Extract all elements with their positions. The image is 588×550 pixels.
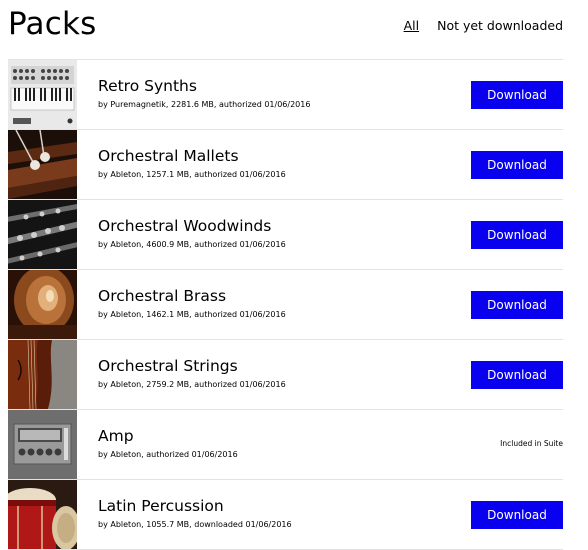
pack-meta: by Ableton, 4600.9 MB, authorized 01/06/…: [98, 240, 286, 249]
pack-name: Retro Synths: [98, 77, 197, 95]
pack-row: Amp by Ableton, authorized 01/06/2016 In…: [8, 409, 563, 479]
pack-row: Orchestral Woodwinds by Ableton, 4600.9 …: [8, 199, 563, 269]
page-title: Packs: [8, 6, 97, 42]
included-in-suite-label: Included in Suite: [500, 439, 563, 448]
pack-row: Orchestral Strings by Ableton, 2759.2 MB…: [8, 339, 563, 409]
download-button[interactable]: Download: [471, 81, 563, 109]
page-header: Packs All Not yet downloaded: [0, 0, 588, 58]
pack-name: Amp: [98, 427, 134, 445]
pack-name: Orchestral Brass: [98, 287, 227, 305]
pack-info: Orchestral Brass by Ableton, 1462.1 MB, …: [98, 286, 286, 321]
download-button[interactable]: Download: [471, 501, 563, 529]
pack-row: Retro Synths by Puremagnetik, 2281.6 MB,…: [8, 59, 563, 129]
pack-meta: by Ableton, 1257.1 MB, authorized 01/06/…: [98, 170, 286, 179]
pack-name: Orchestral Strings: [98, 357, 238, 375]
filter-bar: All Not yet downloaded: [404, 18, 563, 33]
pack-info: Orchestral Strings by Ableton, 2759.2 MB…: [98, 356, 286, 391]
pack-name: Latin Percussion: [98, 497, 224, 515]
pack-info: Retro Synths by Puremagnetik, 2281.6 MB,…: [98, 76, 310, 111]
filter-all-link[interactable]: All: [404, 18, 420, 33]
pack-info: Amp by Ableton, authorized 01/06/2016: [98, 426, 238, 461]
pack-info: Orchestral Mallets by Ableton, 1257.1 MB…: [98, 146, 286, 181]
pack-meta: by Ableton, 2759.2 MB, authorized 01/06/…: [98, 380, 286, 389]
violin-thumbnail: [8, 340, 77, 409]
pack-meta: by Puremagnetik, 2281.6 MB, authorized 0…: [98, 100, 311, 109]
filter-not-downloaded-link[interactable]: Not yet downloaded: [437, 18, 563, 33]
pack-list: Retro Synths by Puremagnetik, 2281.6 MB,…: [8, 59, 563, 550]
mallets-thumbnail: [8, 130, 77, 199]
woodwinds-thumbnail: [8, 200, 77, 269]
pack-meta: by Ableton, authorized 01/06/2016: [98, 450, 238, 459]
pack-name: Orchestral Mallets: [98, 147, 239, 165]
download-button[interactable]: Download: [471, 221, 563, 249]
pack-info: Orchestral Woodwinds by Ableton, 4600.9 …: [98, 216, 286, 251]
pack-info: Latin Percussion by Ableton, 1055.7 MB, …: [98, 496, 292, 531]
download-button[interactable]: Download: [471, 291, 563, 319]
pack-row: Orchestral Mallets by Ableton, 1257.1 MB…: [8, 129, 563, 199]
pack-meta: by Ableton, 1462.1 MB, authorized 01/06/…: [98, 310, 286, 319]
pack-row: Latin Percussion by Ableton, 1055.7 MB, …: [8, 479, 563, 550]
brass-thumbnail: [8, 270, 77, 339]
pack-meta: by Ableton, 1055.7 MB, downloaded 01/06/…: [98, 520, 292, 529]
pack-row: Orchestral Brass by Ableton, 1462.1 MB, …: [8, 269, 563, 339]
synth-keyboard-thumbnail: [8, 60, 77, 129]
percussion-thumbnail: [8, 480, 77, 549]
download-button[interactable]: Download: [471, 151, 563, 179]
pack-name: Orchestral Woodwinds: [98, 217, 272, 235]
download-button[interactable]: Download: [471, 361, 563, 389]
amp-device-thumbnail: [8, 410, 77, 479]
